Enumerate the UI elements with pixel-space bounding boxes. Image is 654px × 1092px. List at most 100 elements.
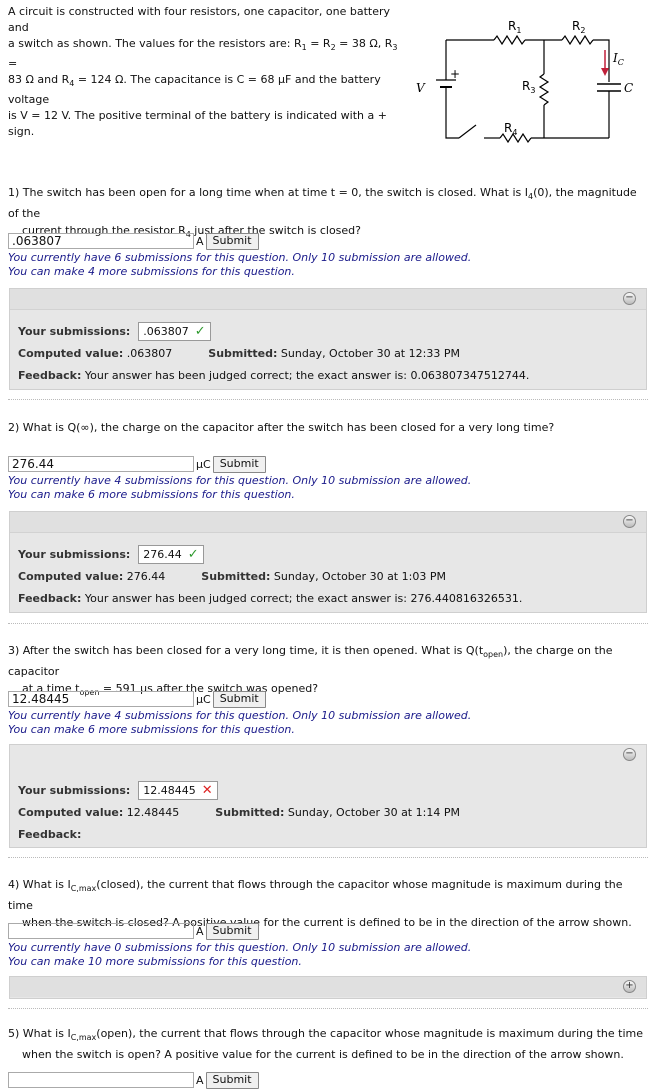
switch [458, 124, 477, 139]
answer-row-3: 12.48445 μC Submit [8, 689, 266, 709]
answer-input[interactable] [8, 1072, 194, 1088]
computed-row: Computed value: 12.48445 Submitted: Sund… [18, 801, 638, 823]
subscript: 3 [392, 43, 398, 53]
question-text: 1) The switch has been open for a long t… [8, 186, 528, 199]
note-line: You currently have 6 submissions for thi… [8, 251, 472, 264]
label-r3: R3 [522, 79, 535, 95]
submit-button[interactable]: Submit [205, 232, 259, 250]
feedback-row: Feedback: [18, 823, 638, 845]
question-text: 4) What is I [8, 878, 71, 891]
answer-input[interactable] [8, 923, 194, 939]
unit-label: A [196, 924, 204, 938]
subscript: C,max [70, 1033, 97, 1043]
label-r1: R1 [508, 19, 521, 35]
question-5: 5) What is IC,max(open), the current tha… [8, 1025, 648, 1063]
computed-row: Computed value: 276.44 Submitted: Sunday… [18, 565, 638, 587]
label-c: C [624, 81, 633, 95]
submission-note: You currently have 4 submissions for thi… [8, 474, 471, 502]
question-text: (open), the current that flows through t… [96, 1027, 643, 1040]
unit-label: A [196, 234, 204, 248]
answer-input[interactable]: 276.44 [8, 456, 194, 472]
submission-note: You currently have 4 submissions for thi… [8, 709, 471, 737]
feedback-row: Feedback: Your answer has been judged co… [18, 587, 638, 609]
submit-button[interactable]: Submit [205, 1071, 259, 1089]
panel-header[interactable]: − [10, 289, 646, 310]
answer-input[interactable]: 12.48445 [8, 691, 194, 707]
label: Your submissions: [18, 783, 131, 797]
unit-label: A [196, 1073, 204, 1087]
circuit-diagram: R1 R2 R3 R4 V + IC C [416, 19, 633, 144]
submit-button[interactable]: Submit [205, 922, 259, 940]
label: Computed value: [18, 346, 124, 360]
label-r4: R4 [504, 121, 517, 137]
intro-text: = [8, 57, 18, 71]
check-icon: ✓ [194, 323, 206, 339]
resistor-r1 [493, 34, 526, 46]
resistor-r2 [561, 34, 594, 46]
feedback-row: Feedback: Your answer has been judged co… [18, 364, 638, 386]
divider [8, 857, 648, 858]
label: Your submissions: [18, 324, 131, 338]
intro-text: = 38 Ω, R [335, 37, 393, 50]
question-text: (closed), the current that flows through… [8, 878, 623, 913]
label: Submitted: [215, 805, 285, 819]
note-line: You currently have 4 submissions for thi… [8, 474, 472, 487]
intro-line: is V = 12 V. The positive terminal of th… [8, 109, 387, 139]
unit-label: μC [196, 692, 211, 706]
submission-note: You currently have 6 submissions for thi… [8, 251, 471, 279]
resistor-r3 [538, 73, 550, 106]
answer-row-2: 276.44 μC Submit [8, 454, 266, 474]
label-r2: R2 [572, 19, 585, 35]
submitted-date: Sunday, October 30 at 1:14 PM [287, 805, 460, 819]
label: Feedback: [18, 368, 82, 382]
expand-icon[interactable]: + [623, 980, 636, 993]
submission-note: You currently have 0 submissions for thi… [8, 941, 471, 969]
problem-intro: A circuit is constructed with four resis… [8, 4, 408, 140]
intro-text: = R [306, 37, 331, 50]
note-line: You can make 6 more submissions for this… [8, 488, 295, 501]
note-line: You currently have 4 submissions for thi… [8, 709, 472, 722]
label: Feedback: [18, 591, 82, 605]
note-line: You currently have 0 submissions for thi… [8, 941, 472, 954]
computed-value: .063807 [126, 346, 173, 360]
current-arrow-icon [601, 50, 609, 76]
label: Submitted: [208, 346, 278, 360]
panel-header[interactable]: − [10, 512, 646, 533]
label: Computed value: [18, 569, 124, 583]
computed-value: 276.44 [126, 569, 166, 583]
label: Submitted: [201, 569, 271, 583]
submit-button[interactable]: Submit [212, 455, 266, 473]
divider [8, 1008, 648, 1009]
feedback-text: Your answer has been judged correct; the… [84, 591, 523, 605]
note-line: You can make 6 more submissions for this… [8, 723, 295, 736]
panel-header[interactable]: + [10, 977, 646, 997]
submissions-panel: − Your submissions: 276.44 ✓ Computed val… [9, 511, 647, 613]
collapse-icon[interactable]: − [623, 292, 636, 305]
divider [8, 399, 648, 400]
submissions-panel-collapsed[interactable]: + [9, 976, 647, 999]
cross-icon: ✕ [201, 782, 213, 798]
subscript: open [483, 650, 504, 660]
feedback-text: Your answer has been judged correct; the… [84, 368, 530, 382]
submission-value: 12.48445 ✕ [138, 780, 218, 800]
label-v: V [416, 81, 426, 95]
subscript: C,max [70, 884, 97, 894]
question-text: 3) After the switch has been closed for … [8, 644, 484, 657]
answer-row-1: .063807 A Submit [8, 231, 259, 251]
label: Feedback: [18, 827, 82, 841]
answer-input[interactable]: .063807 [8, 233, 194, 249]
label-ic: IC [612, 51, 624, 67]
label: Your submissions: [18, 547, 131, 561]
submission-value: 276.44 ✓ [138, 544, 204, 564]
divider [8, 623, 648, 624]
submitted-date: Sunday, October 30 at 1:03 PM [273, 569, 446, 583]
intro-line: A circuit is constructed with four resis… [8, 5, 391, 34]
submission-value: .063807 ✓ [138, 321, 211, 341]
label: Computed value: [18, 805, 124, 819]
intro-line: a switch as shown. The values for the re… [8, 37, 302, 50]
note-line: You can make 4 more submissions for this… [8, 265, 295, 278]
collapse-icon[interactable]: − [623, 515, 636, 528]
question-text: when the switch is open? A positive valu… [22, 1048, 624, 1062]
submit-button[interactable]: Submit [212, 690, 266, 708]
submissions-panel: − Your submissions: .063807 ✓ Computed va… [9, 288, 647, 390]
